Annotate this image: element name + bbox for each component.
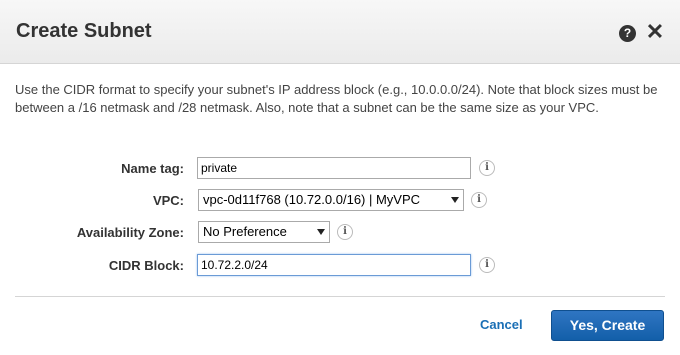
cidr-block-row: CIDR Block: i bbox=[0, 254, 680, 278]
cidr-block-input[interactable] bbox=[197, 254, 471, 276]
name-tag-row: Name tag: i bbox=[0, 157, 680, 181]
cidr-block-info-icon[interactable]: i bbox=[479, 257, 495, 273]
availability-zone-label: Availability Zone: bbox=[76, 225, 184, 240]
availability-zone-info-icon[interactable]: i bbox=[337, 224, 353, 240]
vpc-select[interactable]: vpc-0d11f768 (10.72.0.0/16) | MyVPC bbox=[198, 189, 464, 211]
vpc-select-value: vpc-0d11f768 (10.72.0.0/16) | MyVPC bbox=[203, 192, 421, 207]
create-subnet-dialog: Create Subnet ? ✕ Use the CIDR format to… bbox=[0, 0, 680, 355]
availability-zone-select[interactable]: No Preference bbox=[198, 221, 330, 243]
close-icon[interactable]: ✕ bbox=[645, 21, 665, 43]
availability-zone-row: Availability Zone: No Preference i bbox=[0, 221, 680, 245]
vpc-row: VPC: vpc-0d11f768 (10.72.0.0/16) | MyVPC… bbox=[0, 189, 680, 213]
name-tag-info-icon[interactable]: i bbox=[479, 160, 495, 176]
availability-zone-select-value: No Preference bbox=[203, 224, 287, 239]
footer-divider bbox=[15, 296, 665, 297]
yes-create-button[interactable]: Yes, Create bbox=[551, 310, 664, 341]
dialog-description: Use the CIDR format to specify your subn… bbox=[15, 82, 658, 115]
chevron-down-icon bbox=[451, 197, 459, 203]
cidr-block-label: CIDR Block: bbox=[108, 258, 184, 273]
cancel-button[interactable]: Cancel bbox=[480, 317, 523, 332]
vpc-label: VPC: bbox=[152, 193, 184, 208]
name-tag-input[interactable] bbox=[197, 157, 471, 179]
help-icon[interactable]: ? bbox=[619, 25, 636, 42]
name-tag-label: Name tag: bbox=[121, 161, 184, 176]
vpc-info-icon[interactable]: i bbox=[471, 192, 487, 208]
dialog-title: Create Subnet bbox=[16, 20, 152, 42]
chevron-down-icon bbox=[317, 229, 325, 235]
dialog-header: Create Subnet ? ✕ bbox=[0, 0, 680, 64]
